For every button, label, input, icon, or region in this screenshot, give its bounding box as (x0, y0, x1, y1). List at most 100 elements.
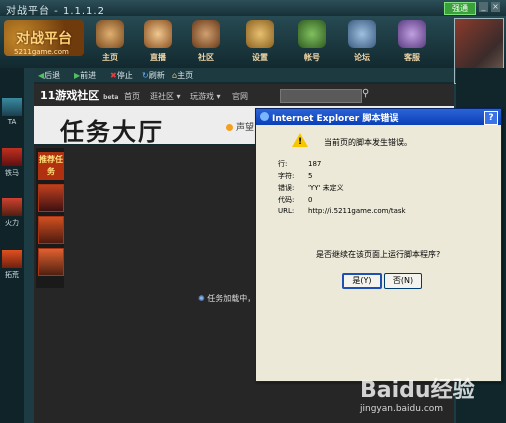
error-message: 当前页的脚本发生错误。 (324, 138, 412, 147)
help-button[interactable]: ? (484, 111, 498, 125)
nav-live[interactable]: 直播 (138, 20, 178, 66)
watermark: Baidu经验 jingyan.baidu.com (360, 372, 502, 420)
forward-button[interactable]: ▶前进 (74, 70, 96, 81)
header: 对战平台 5211game.com 主页 直播 社区 设置 帐号 论坛 客服 (0, 16, 506, 68)
sidebar-item-label: 铁马 (5, 169, 19, 177)
minimize-button[interactable]: _ (479, 2, 488, 12)
community-icon (192, 20, 220, 48)
refresh-button[interactable]: ↻刷新 (142, 70, 165, 81)
signal-indicator: 强通 (444, 2, 476, 15)
title-bar: 对战平台 - 1.1.1.2 强通 _ × (0, 0, 506, 17)
row-key: 行: (278, 160, 288, 168)
window-title: 对战平台 - 1.1.1.2 (6, 6, 105, 17)
row-key: 代码: (278, 196, 295, 204)
game-icon (2, 250, 22, 268)
task-menu: 推荐任务 (36, 148, 64, 288)
site-nav-official[interactable]: 官网 (232, 91, 248, 102)
nav-label: 社区 (198, 53, 214, 62)
site-logo-text: 11游戏社区 (40, 89, 100, 102)
stop-icon: ✖ (110, 71, 117, 80)
reputation-label: 声望 (236, 123, 255, 133)
row-key: 错误: (278, 184, 295, 192)
no-button[interactable]: 否(N) (384, 273, 422, 289)
left-sidebar: TA 铁马 火力 拓荒 (0, 68, 24, 423)
sidebar-item-label: 火力 (5, 219, 19, 227)
nav-support[interactable]: 客服 (392, 20, 432, 66)
refresh-label: 刷新 (148, 71, 165, 80)
site-nav-community[interactable]: 逛社区 ▾ (150, 91, 181, 102)
stop-label: 停止 (116, 71, 133, 80)
row-value: 5 (308, 172, 313, 180)
nav-community[interactable]: 社区 (186, 20, 226, 66)
continue-question: 是否继续在该页面上运行脚本程序? (316, 250, 441, 259)
dialog-title-bar: Internet Explorer 脚本错误 ? (256, 109, 501, 125)
nav-account[interactable]: 帐号 (292, 20, 332, 66)
sidebar-item-label: TA (7, 118, 17, 126)
logo-subtext: 5211game.com (14, 48, 69, 56)
nav-forum[interactable]: 论坛 (342, 20, 382, 66)
row-key: URL: (278, 207, 295, 215)
logo-text: 对战平台 (16, 31, 72, 47)
refresh-icon: ↻ (142, 71, 149, 80)
sidebar-item-label: 拓荒 (5, 271, 19, 279)
gear-icon (246, 20, 274, 48)
menu-item[interactable] (38, 216, 64, 244)
game-icon (2, 198, 22, 216)
row-value: http://i.5211game.com/task (308, 207, 406, 215)
home-icon (96, 20, 124, 48)
error-row-char: 字符: 5 (278, 171, 312, 181)
home-label: 主页 (177, 71, 194, 80)
script-error-dialog: Internet Explorer 脚本错误 ? ! 当前页的脚本发生错误。 行… (255, 108, 502, 382)
row-value: 0 (308, 196, 313, 204)
row-value: 'YY' 未定义 (308, 184, 344, 192)
dialog-title: Internet Explorer 脚本错误 (272, 114, 399, 124)
reputation-link[interactable]: 声望 (226, 120, 254, 133)
beta-badge: beta (103, 94, 119, 101)
nav-label: 设置 (252, 53, 268, 62)
ie-icon (260, 112, 269, 121)
menu-recommended[interactable]: 推荐任务 (38, 152, 64, 180)
yes-button[interactable]: 是(Y) (342, 273, 382, 289)
game-icon (2, 98, 22, 116)
page-title: 任务大厅 (60, 118, 164, 146)
home-button[interactable]: ⌂主页 (172, 70, 193, 81)
site-nav-games[interactable]: 玩游戏 ▾ (190, 91, 221, 102)
nav-label: 主页 (102, 53, 118, 62)
bullet-icon (226, 124, 233, 131)
browser-toolbar: ◀后退 ▶前进 ✖停止 ↻刷新 ⌂主页 (34, 68, 454, 82)
menu-item[interactable] (38, 184, 64, 212)
support-icon (398, 20, 426, 48)
search-icon[interactable]: ⚲ (362, 88, 369, 99)
spinner-icon: ✺ (198, 294, 205, 303)
forward-label: 前进 (80, 71, 97, 80)
site-header: 11游戏社区 beta 首页 逛社区 ▾ 玩游戏 ▾ 官网 ⚲ (34, 84, 454, 106)
game-icon (2, 148, 22, 166)
stop-button[interactable]: ✖停止 (110, 70, 133, 81)
account-icon (298, 20, 326, 48)
platform-logo[interactable]: 对战平台 5211game.com (4, 20, 84, 56)
site-nav-home[interactable]: 首页 (124, 91, 140, 102)
live-icon (144, 20, 172, 48)
search-input[interactable] (280, 89, 362, 103)
back-label: 后退 (44, 71, 61, 80)
watermark-url: jingyan.baidu.com (360, 404, 444, 414)
forum-icon (348, 20, 376, 48)
nav-label: 论坛 (354, 53, 370, 62)
back-button[interactable]: ◀后退 (38, 70, 60, 81)
menu-label: 推荐任务 (39, 155, 63, 176)
row-value: 187 (308, 160, 322, 168)
row-key: 字符: (278, 172, 295, 180)
nav-label: 直播 (150, 53, 166, 62)
watermark-text: Baidu经验 (360, 378, 475, 403)
error-row-url: URL: http://i.5211game.com/task (278, 207, 406, 215)
error-row-line: 行: 187 (278, 159, 321, 169)
nav-settings[interactable]: 设置 (240, 20, 280, 66)
menu-item[interactable] (38, 248, 64, 276)
warning-mark: ! (298, 137, 303, 147)
site-logo[interactable]: 11游戏社区 beta (40, 87, 118, 103)
nav-label: 客服 (404, 53, 420, 62)
error-row-code: 代码: 0 (278, 195, 312, 205)
nav-home[interactable]: 主页 (90, 20, 130, 66)
close-button[interactable]: × (491, 2, 500, 12)
error-row-error: 错误: 'YY' 未定义 (278, 183, 344, 193)
